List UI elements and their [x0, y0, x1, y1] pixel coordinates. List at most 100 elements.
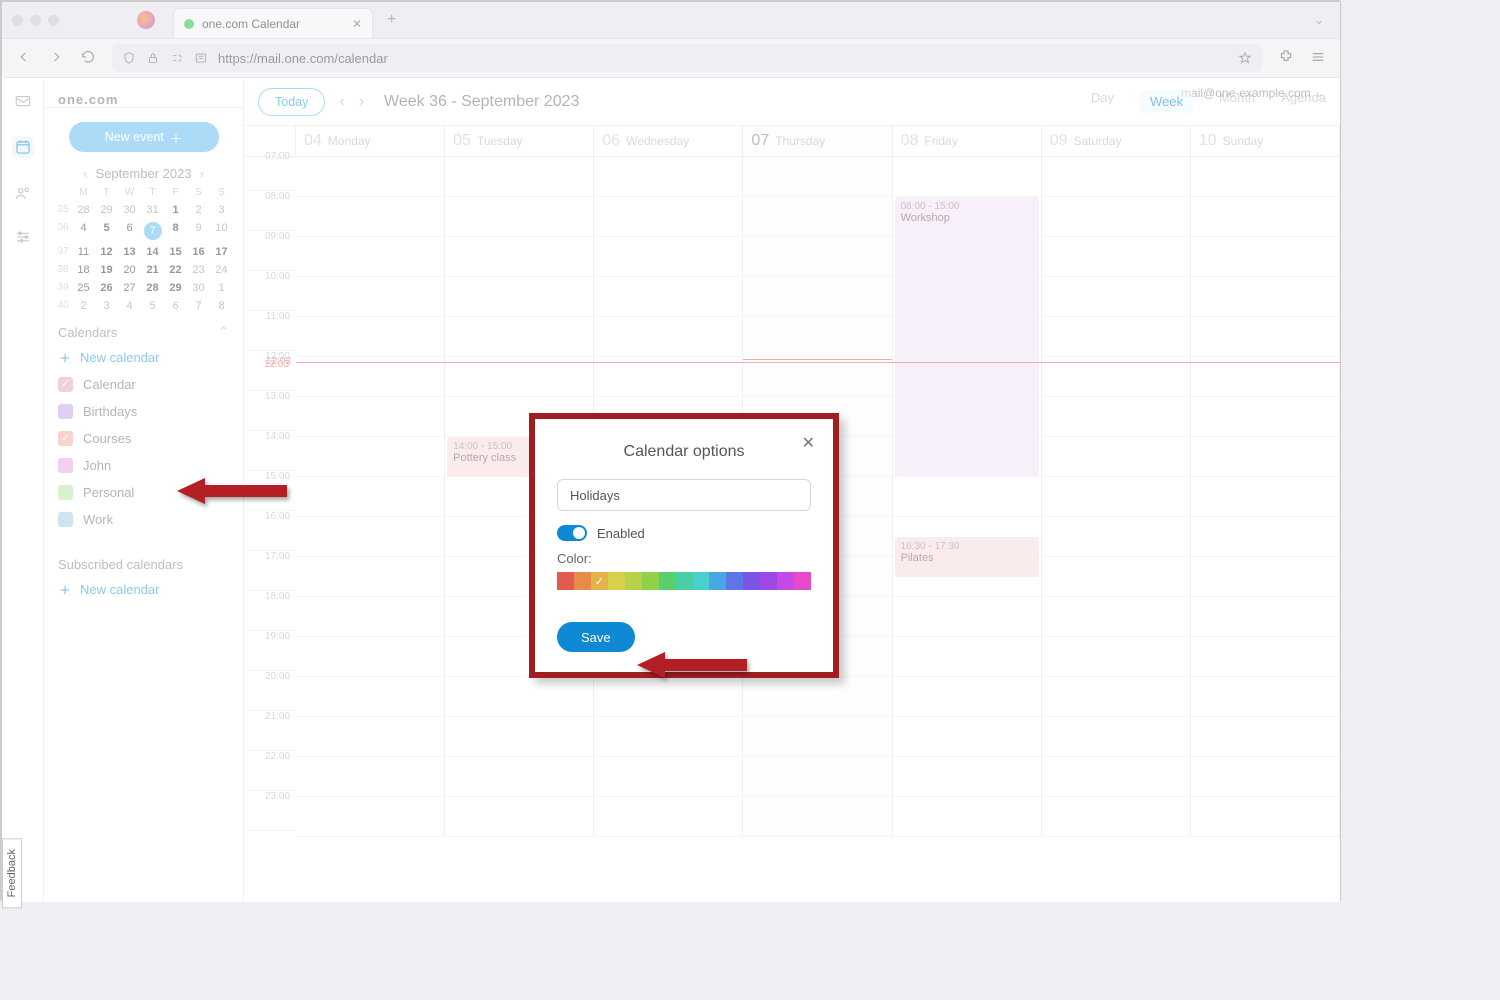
mini-day[interactable]: 8 — [210, 300, 233, 312]
color-swatch[interactable] — [709, 572, 726, 590]
day-header[interactable]: 10 Sunday — [1191, 126, 1340, 156]
mini-day[interactable]: 1 — [210, 282, 233, 294]
calendar-color-box[interactable] — [58, 512, 73, 527]
new-subscribed-calendar-link[interactable]: New calendar — [44, 576, 243, 603]
mini-day[interactable]: 13 — [118, 246, 141, 258]
chevron-up-icon[interactable]: ⌃ — [218, 324, 229, 340]
mini-day[interactable]: 21 — [141, 264, 164, 276]
save-button[interactable]: Save — [557, 622, 635, 652]
color-swatch[interactable] — [625, 572, 642, 590]
color-swatch[interactable] — [557, 572, 574, 590]
view-month[interactable]: Month — [1219, 90, 1255, 113]
mini-day[interactable]: 27 — [118, 282, 141, 294]
mini-day[interactable]: 31 — [141, 204, 164, 216]
mini-day[interactable]: 28 — [141, 282, 164, 294]
view-day[interactable]: Day — [1091, 90, 1114, 113]
mini-day[interactable]: 3 — [210, 204, 233, 216]
mini-day[interactable]: 8 — [164, 222, 187, 240]
mini-day[interactable]: 22 — [164, 264, 187, 276]
calendar-color-box[interactable] — [58, 431, 73, 446]
new-event-button[interactable]: New event ＋ — [69, 122, 219, 152]
tabs-overflow-icon[interactable]: ⌄ — [1314, 13, 1324, 27]
color-swatch[interactable] — [642, 572, 659, 590]
mini-day[interactable]: 19 — [95, 264, 118, 276]
mini-day[interactable]: 26 — [95, 282, 118, 294]
mini-day[interactable]: 12 — [95, 246, 118, 258]
calendar-icon[interactable] — [12, 136, 34, 158]
calendar-event[interactable]: 08:00 - 15:00 Workshop — [895, 197, 1039, 477]
mini-day[interactable]: 10 — [210, 222, 233, 240]
color-swatch[interactable] — [608, 572, 625, 590]
calendar-list-item[interactable]: John — [44, 452, 243, 479]
mini-day[interactable]: 5 — [95, 222, 118, 240]
mini-day[interactable]: 6 — [118, 222, 141, 240]
mini-day[interactable]: 4 — [72, 222, 95, 240]
mini-day[interactable]: 23 — [187, 264, 210, 276]
today-button[interactable]: Today — [258, 88, 325, 116]
day-header[interactable]: 07 Thursday — [743, 126, 892, 156]
mini-day[interactable]: 18 — [72, 264, 95, 276]
calendar-color-box[interactable] — [58, 485, 73, 500]
close-tab-icon[interactable]: ✕ — [352, 17, 362, 31]
view-week[interactable]: Week — [1140, 90, 1193, 113]
mini-day[interactable]: 15 — [164, 246, 187, 258]
mini-day[interactable]: 3 — [95, 300, 118, 312]
day-header[interactable]: 05 Tuesday — [445, 126, 594, 156]
next-week-icon[interactable]: › — [359, 93, 364, 111]
view-agenda[interactable]: Agenda — [1281, 90, 1326, 113]
day-header[interactable]: 06 Wednesday — [594, 126, 743, 156]
new-calendar-link[interactable]: New calendar — [44, 344, 243, 371]
color-swatch[interactable] — [794, 572, 811, 590]
color-swatch[interactable] — [659, 572, 676, 590]
day-header[interactable]: 08 Friday — [893, 126, 1042, 156]
color-swatch[interactable] — [574, 572, 591, 590]
menu-icon[interactable] — [1310, 49, 1326, 68]
reload-button[interactable] — [80, 49, 96, 68]
mini-day[interactable]: 17 — [210, 246, 233, 258]
new-tab-button[interactable]: + — [387, 11, 396, 29]
mini-day[interactable]: 5 — [141, 300, 164, 312]
back-button[interactable] — [16, 49, 32, 68]
forward-button[interactable] — [48, 49, 64, 68]
day-column[interactable] — [296, 157, 445, 837]
color-swatch[interactable]: ✓ — [591, 572, 608, 590]
mini-day[interactable]: 29 — [95, 204, 118, 216]
url-bar[interactable]: https://mail.one.com/calendar — [112, 44, 1262, 72]
day-column[interactable] — [1191, 157, 1340, 837]
day-column[interactable]: 08:00 - 15:00 Workshop 16:30 - 17:30 Pil… — [893, 157, 1042, 837]
mini-day[interactable]: 20 — [118, 264, 141, 276]
mini-day[interactable]: 4 — [118, 300, 141, 312]
day-header[interactable]: 04 Monday — [296, 126, 445, 156]
enabled-toggle[interactable] — [557, 525, 587, 541]
contacts-icon[interactable] — [14, 184, 32, 202]
color-swatch[interactable] — [777, 572, 794, 590]
calendar-event[interactable]: 16:30 - 17:30 Pilates — [895, 537, 1039, 577]
browser-tab[interactable]: one.com Calendar ✕ — [173, 8, 373, 38]
mini-day[interactable]: 24 — [210, 264, 233, 276]
color-swatch[interactable] — [693, 572, 710, 590]
mini-day[interactable]: 30 — [187, 282, 210, 294]
color-swatch[interactable] — [726, 572, 743, 590]
mini-day[interactable]: 2 — [72, 300, 95, 312]
calendar-list-item[interactable]: Courses — [44, 425, 243, 452]
close-icon[interactable]: ✕ — [802, 433, 815, 453]
calendar-name-input[interactable] — [557, 479, 811, 511]
bookmark-icon[interactable] — [1238, 51, 1252, 65]
calendar-list-item[interactable]: Calendar — [44, 371, 243, 398]
day-header[interactable]: 09 Saturday — [1042, 126, 1191, 156]
extensions-icon[interactable] — [1278, 49, 1294, 68]
mini-day[interactable]: 2 — [187, 204, 210, 216]
mini-day[interactable]: 30 — [118, 204, 141, 216]
window-controls[interactable] — [12, 15, 59, 26]
mini-day[interactable]: 7 — [187, 300, 210, 312]
day-column[interactable] — [1042, 157, 1191, 837]
color-swatch[interactable] — [743, 572, 760, 590]
calendar-color-box[interactable] — [58, 404, 73, 419]
mini-calendar[interactable]: ‹ September 2023 › MTWTFSS35282930311233… — [44, 166, 243, 312]
calendar-color-box[interactable] — [58, 458, 73, 473]
mini-next-icon[interactable]: › — [200, 166, 204, 181]
calendar-list-item[interactable]: Birthdays — [44, 398, 243, 425]
mini-day[interactable]: 6 — [164, 300, 187, 312]
calendar-color-box[interactable] — [58, 377, 73, 392]
prev-week-icon[interactable]: ‹ — [339, 93, 344, 111]
